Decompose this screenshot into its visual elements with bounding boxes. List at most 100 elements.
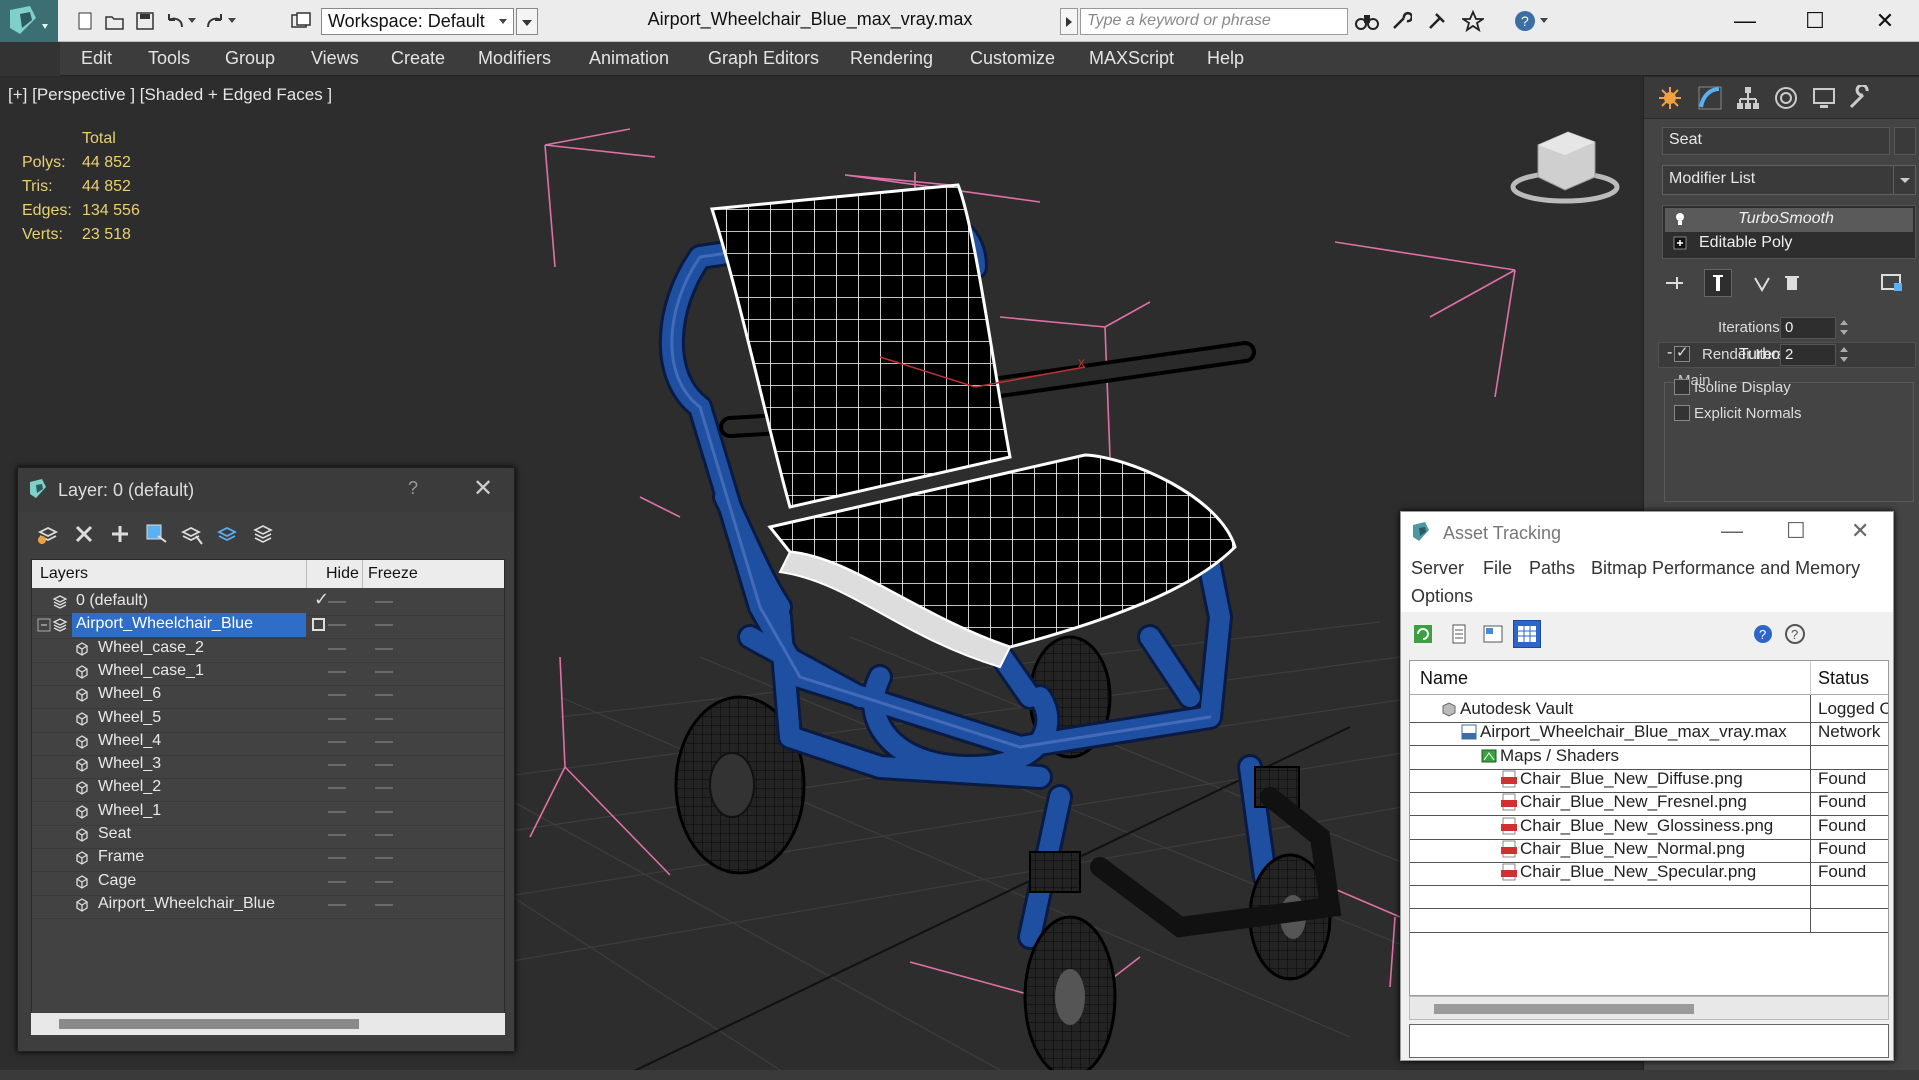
freeze-toggle[interactable] [375,740,393,743]
hide-toggle[interactable] [328,694,346,697]
hide-toggle[interactable] [328,601,346,603]
asset-menu-bitmap-performance[interactable]: Bitmap Performance and Memory [1591,558,1860,579]
menu-animation[interactable]: Animation [589,48,669,69]
hide-toggle[interactable] [328,834,346,836]
minimize-button[interactable]: — [1710,0,1780,42]
freeze-toggle[interactable] [375,880,393,883]
open-file-icon[interactable] [102,9,128,33]
column-header-layers[interactable]: Layers [40,565,88,583]
menu-help[interactable]: Help [1207,48,1244,69]
project-folder-icon[interactable] [288,9,314,33]
app-menu-button[interactable] [0,0,58,42]
select-objects-icon[interactable] [142,520,170,548]
asset-horizontal-scrollbar[interactable] [1409,996,1889,1020]
hide-toggle[interactable] [328,787,346,790]
highlight-layer-icon[interactable] [178,520,206,548]
minimize-button[interactable]: — [1721,518,1743,544]
freeze-toggle[interactable] [375,764,393,767]
help-icon[interactable]: ? [1512,9,1538,33]
hierarchy-tab-icon[interactable] [1732,83,1764,113]
freeze-toggle[interactable] [375,647,393,650]
viewcube[interactable] [1510,131,1620,204]
workspace-menu-button[interactable] [516,8,538,35]
menu-group[interactable]: Group [225,48,275,69]
asset-path-field[interactable] [1409,1024,1889,1058]
object-color-swatch[interactable] [1894,127,1916,155]
star-icon[interactable] [1460,9,1486,33]
hide-toggle[interactable] [328,624,346,627]
render-iters-spinner[interactable] [1838,344,1850,366]
hide-toggle[interactable] [328,880,346,883]
tools-icon[interactable] [1388,9,1414,33]
create-tab-icon[interactable] [1654,83,1686,113]
search-expand-button[interactable] [1060,8,1078,35]
undo-icon[interactable] [162,9,188,33]
freeze-toggle[interactable] [375,624,393,627]
modifier-list-dropdown[interactable]: Modifier List [1662,165,1916,195]
close-button[interactable]: ✕ [473,474,493,503]
asset-menu-paths[interactable]: Paths [1529,558,1575,579]
menu-create[interactable]: Create [391,48,445,69]
menu-rendering[interactable]: Rendering [850,48,933,69]
refresh-icon[interactable] [1409,620,1437,648]
render-iters-input[interactable]: 2 [1780,344,1836,366]
hide-toggle[interactable] [328,717,346,720]
show-end-result-icon[interactable] [1704,269,1732,297]
asset-window-titlebar[interactable]: Asset Tracking — ☐ ✕ [1401,512,1893,554]
help-button[interactable]: ? [408,478,418,499]
close-button[interactable]: ✕ [1850,0,1919,42]
help-tooltip-icon[interactable]: ? [1781,620,1809,648]
freeze-toggle[interactable] [375,787,393,790]
current-layer-check-icon[interactable]: ✓ [314,589,329,610]
menu-customize[interactable]: Customize [970,48,1055,69]
thumbnail-view-icon[interactable] [1479,620,1507,648]
iterations-input[interactable]: 0 [1780,317,1836,339]
collapse-icon[interactable] [36,617,52,633]
freeze-toggle[interactable] [375,717,393,720]
workspace-dropdown[interactable]: Workspace: Default [321,8,514,35]
layer-horizontal-scrollbar[interactable] [31,1013,505,1035]
active-layer-box-icon[interactable] [312,618,325,632]
remove-modifier-icon[interactable] [1778,269,1806,297]
render-iters-checkbox[interactable] [1674,343,1690,362]
freeze-toggle[interactable] [375,857,393,860]
object-name-field[interactable]: Seat [1662,127,1890,155]
table-view-icon[interactable] [1513,620,1541,648]
column-header-hide[interactable]: Hide [326,565,359,583]
help-menu-chevron-icon[interactable] [1538,9,1550,33]
maximize-button[interactable]: ☐ [1780,0,1850,42]
layer-window-titlebar[interactable]: Layer: 0 (default) ? ✕ [18,468,514,512]
add-to-layer-icon[interactable] [106,520,134,548]
search-input[interactable]: Type a keyword or phrase [1080,8,1348,35]
motion-tab-icon[interactable] [1770,83,1802,113]
column-header-freeze[interactable]: Freeze [368,565,418,583]
configure-sets-icon[interactable] [1878,269,1906,297]
hide-toggle[interactable] [328,810,346,813]
create-layer-icon[interactable] [34,520,62,548]
hide-toggle[interactable] [328,740,346,743]
redo-history-icon[interactable] [226,9,238,33]
hide-toggle[interactable] [328,670,346,673]
column-header-status[interactable]: Status [1818,668,1869,689]
asset-menu-options[interactable]: Options [1411,586,1473,607]
undo-history-icon[interactable] [186,9,198,33]
hide-toggle[interactable] [328,857,346,860]
column-header-name[interactable]: Name [1420,668,1468,689]
lightbulb-icon[interactable] [1673,212,1687,226]
explicit-normals-checkbox[interactable] [1674,405,1690,421]
binoculars-icon[interactable] [1354,9,1380,33]
utilities-tab-icon[interactable] [1844,83,1876,113]
viewport-label[interactable]: [+] [Perspective ] [Shaded + Edged Faces… [8,85,332,105]
freeze-toggle[interactable] [375,834,393,836]
set-current-layer-icon[interactable] [214,520,242,548]
freeze-toggle[interactable] [375,670,393,673]
redo-icon[interactable] [202,9,228,33]
menu-views[interactable]: Views [311,48,359,69]
expand-plus-icon[interactable] [1673,236,1687,250]
maximize-button[interactable]: ☐ [1786,518,1806,544]
save-file-icon[interactable] [132,9,158,33]
freeze-toggle[interactable] [375,810,393,813]
menu-edit[interactable]: Edit [81,48,112,69]
menu-modifiers[interactable]: Modifiers [478,48,551,69]
iterations-spinner[interactable] [1838,317,1850,339]
